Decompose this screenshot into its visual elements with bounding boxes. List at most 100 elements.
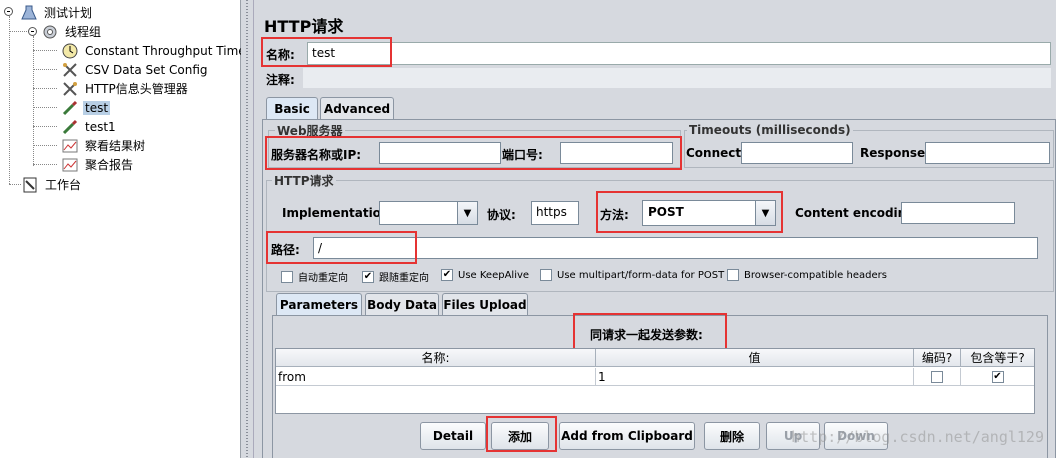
tree-item-test-plan[interactable]: 测试计划 <box>20 3 94 22</box>
checkbox-label: 自动重定向 <box>298 273 348 284</box>
table-cell-encode[interactable] <box>914 368 961 386</box>
tree-item-label: test <box>83 100 111 115</box>
table-cell-name[interactable]: from <box>276 368 596 386</box>
checkbox-label: Use multipart/form-data for POST <box>557 269 725 281</box>
header-wrench-icon <box>61 81 79 97</box>
collapse-toggle-icon[interactable] <box>4 7 13 16</box>
tab-parameters[interactable]: Parameters <box>276 293 362 316</box>
tree-line <box>33 126 57 127</box>
thread-group-gear-icon <box>41 24 59 40</box>
tree-item-label: 测试计划 <box>44 6 93 20</box>
table-cell-value[interactable]: 1 <box>596 368 914 386</box>
protocol-input[interactable]: https <box>531 201 579 225</box>
follow-redirects-checkbox[interactable]: ✔ 跟随重定向 <box>362 269 429 284</box>
tab-body-data[interactable]: Body Data <box>365 293 439 315</box>
tree-item-label: 线程组 <box>65 25 102 39</box>
tree-item-test1[interactable]: test1 <box>61 117 118 136</box>
browser-compatible-checkbox[interactable]: Browser-compatible headers <box>727 269 887 281</box>
detail-button[interactable]: Detail <box>420 422 486 450</box>
tab-advanced[interactable]: Advanced <box>320 97 394 119</box>
comment-input[interactable] <box>303 68 1051 88</box>
checkbox-box <box>281 270 293 283</box>
check-mark-icon: ✔ <box>441 269 453 281</box>
table-cell-include-equals[interactable]: ✔ <box>961 368 1034 386</box>
connect-timeout-input[interactable] <box>741 142 853 164</box>
checkbox-label: Browser-compatible headers <box>744 269 887 281</box>
chevron-down-icon: ▼ <box>457 202 477 224</box>
tree-item-thread-group[interactable]: 线程组 <box>41 22 103 41</box>
protocol-label: 协议: <box>487 208 516 222</box>
response-label: Response: <box>860 146 930 160</box>
watermark: http://blog.csdn.net/angl129 <box>791 428 1044 446</box>
tree-line <box>33 88 57 89</box>
multipart-checkbox[interactable]: Use multipart/form-data for POST <box>540 269 724 281</box>
add-from-clipboard-button[interactable]: Add from Clipboard <box>559 422 695 450</box>
column-header-encode[interactable]: 编码? <box>914 349 961 367</box>
test-plan-icon <box>20 5 38 21</box>
tree-item-aggregate-report[interactable]: 聚合报告 <box>61 155 135 174</box>
highlight-box <box>265 136 682 170</box>
tree-item-constant-throughput-timer[interactable]: Constant Throughput Timer <box>61 41 253 60</box>
tree-item-label: 工作台 <box>45 178 82 192</box>
config-wrench-icon <box>61 62 79 78</box>
checkbox-box[interactable] <box>931 370 943 383</box>
listener-chart-icon <box>61 157 79 173</box>
tab-basic[interactable]: Basic <box>266 97 318 120</box>
sampler-pipette-icon <box>61 100 79 116</box>
implementation-select[interactable]: ▼ <box>379 201 478 225</box>
tree-item-test[interactable]: test <box>61 98 111 117</box>
tree-item-csv-data-set-config[interactable]: CSV Data Set Config <box>61 60 210 79</box>
tree-item-workbench[interactable]: 工作台 <box>21 175 83 194</box>
check-mark-icon: ✔ <box>362 270 374 283</box>
tree-line <box>9 31 29 32</box>
http-request-group-title: HTTP请求 <box>272 172 336 189</box>
tree-line <box>33 36 34 166</box>
highlight-box <box>486 416 557 452</box>
tab-files-upload[interactable]: Files Upload <box>442 293 528 315</box>
tree-line <box>9 184 21 185</box>
tree-item-label: 察看结果树 <box>85 139 146 153</box>
auto-redirect-checkbox[interactable]: 自动重定向 <box>281 269 348 284</box>
http-request-panel: HTTP请求 名称: test 注释: Basic Advanced Web服务… <box>255 0 1056 458</box>
name-input[interactable]: test <box>307 42 1051 65</box>
tree-item-http-header-manager[interactable]: HTTP信息头管理器 <box>61 79 190 98</box>
highlight-box <box>573 313 727 351</box>
checkbox-box <box>727 269 739 281</box>
tree-item-label: Constant Throughput Timer <box>85 43 251 58</box>
path-input[interactable]: / <box>313 237 1038 259</box>
parameters-table: 名称: 值 编码? 包含等于? from 1 ✔ <box>275 348 1035 414</box>
tree-item-view-results-tree[interactable]: 察看结果树 <box>61 136 147 155</box>
connect-label: Connect: <box>686 146 746 160</box>
checkbox-box <box>540 269 552 281</box>
tree-item-label: HTTP信息头管理器 <box>85 82 188 96</box>
column-header-value[interactable]: 值 <box>596 349 914 367</box>
tree-item-label: CSV Data Set Config <box>85 62 208 77</box>
tree-item-label: 聚合报告 <box>85 158 134 172</box>
split-pane-divider[interactable] <box>241 0 254 458</box>
implementation-label: Implementation: <box>282 206 395 220</box>
column-header-name[interactable]: 名称: <box>276 349 596 367</box>
collapse-toggle-icon[interactable] <box>28 27 37 36</box>
column-header-include-equals[interactable]: 包含等于? <box>961 349 1034 367</box>
highlight-box <box>596 191 783 233</box>
check-mark-icon[interactable]: ✔ <box>991 370 1004 383</box>
tree-line <box>33 145 57 146</box>
highlight-box <box>261 37 392 67</box>
checkbox-label: 跟随重定向 <box>379 273 429 284</box>
test-plan-tree: 测试计划 线程组 Constant Throughput Timer CSV D… <box>0 0 251 458</box>
delete-button[interactable]: 删除 <box>704 422 760 450</box>
tree-line <box>9 16 10 184</box>
listener-chart-icon <box>61 138 79 154</box>
tree-line <box>33 50 57 51</box>
checkbox-label: Use KeepAlive <box>458 269 530 281</box>
timer-clock-icon <box>61 43 79 59</box>
comment-label: 注释: <box>266 73 295 87</box>
content-encoding-input[interactable] <box>901 202 1015 224</box>
tree-line <box>33 164 57 165</box>
sampler-pipette-icon <box>61 119 79 135</box>
response-timeout-input[interactable] <box>925 142 1050 164</box>
tree-line <box>33 107 57 108</box>
highlight-box <box>266 231 417 264</box>
tree-line <box>33 69 57 70</box>
keepalive-checkbox[interactable]: ✔ Use KeepAlive <box>441 269 529 281</box>
